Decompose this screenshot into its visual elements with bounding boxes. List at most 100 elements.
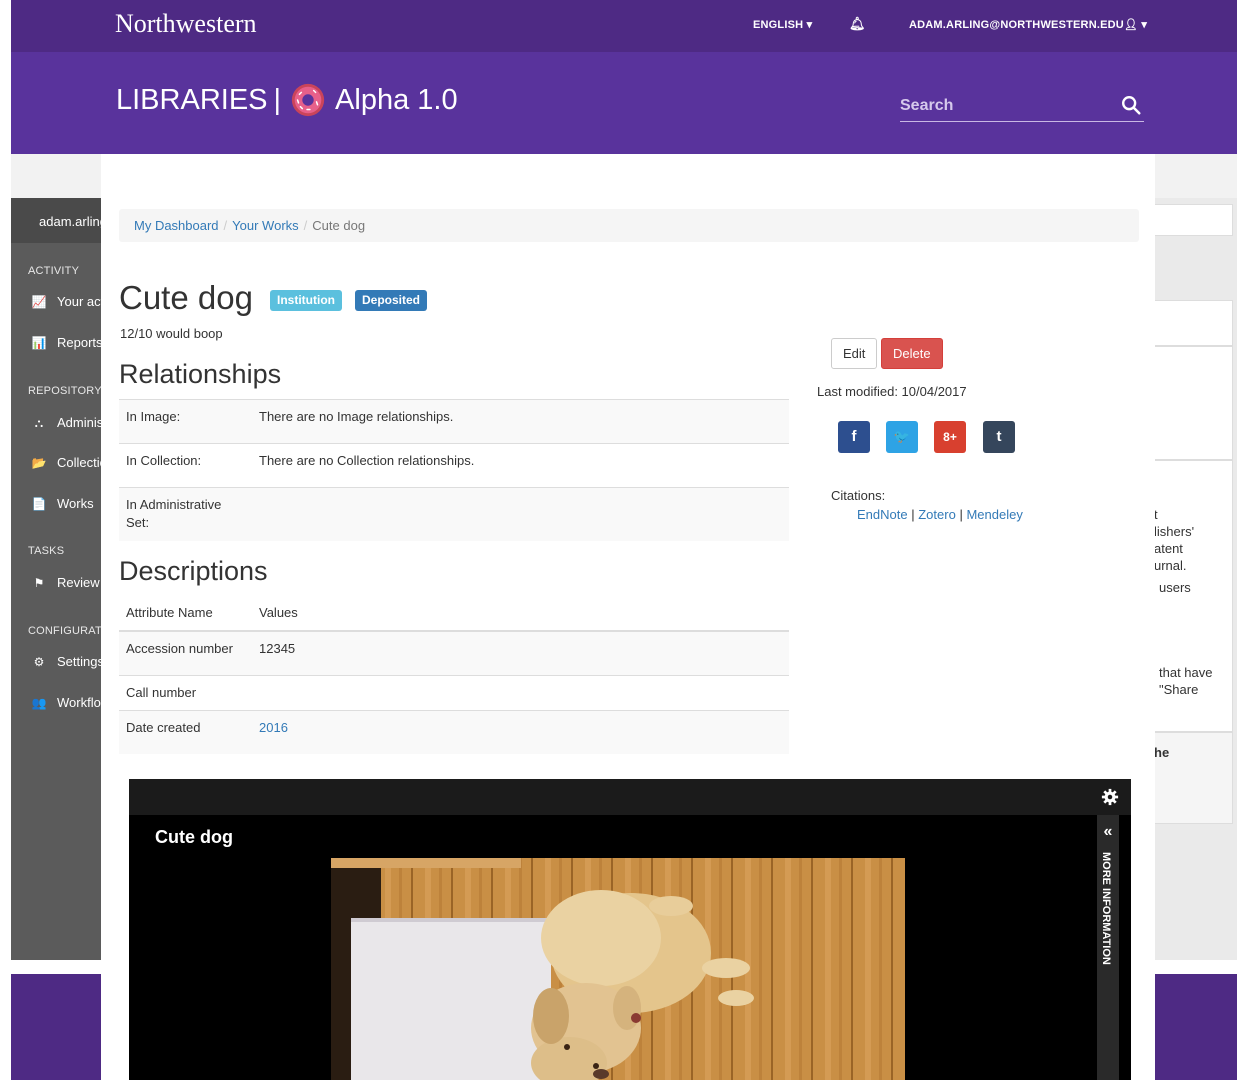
bg-item-activity: 📈Your activity <box>31 294 101 309</box>
bg-right-text: he <box>1154 745 1170 760</box>
institution-badge: Institution <box>270 290 342 311</box>
relationship-label: In Image: <box>119 399 252 444</box>
caret-down-icon: ▾ <box>1141 19 1148 31</box>
attribute-name: Accession number <box>119 630 252 675</box>
relationship-label: In Administrative Set: <box>119 487 252 541</box>
descriptions-table: Attribute Name Values Accession number 1… <box>119 596 789 754</box>
caret-down-icon: ▾ <box>806 19 813 31</box>
bg-footer <box>11 974 101 1080</box>
image-viewer: Cute dog « MORE INFORMATION <box>129 779 1131 1080</box>
line-chart-icon: 📈 <box>31 295 47 309</box>
donut-logo-icon <box>291 83 325 117</box>
more-information-panel-toggle[interactable]: « MORE INFORMATION <box>1097 815 1119 1080</box>
table-row: In Collection: There are no Collection r… <box>119 443 789 488</box>
breadcrumb-your-works[interactable]: Your Works <box>232 218 298 233</box>
libraries-title[interactable]: LIBRARIES | Alpha 1.0 <box>116 81 458 119</box>
bg-right-panel <box>1155 300 1233 346</box>
collapse-icon[interactable]: « <box>1097 823 1119 841</box>
table-row: In Administrative Set: <box>119 487 789 541</box>
search-input[interactable] <box>900 94 1110 118</box>
dog-photo[interactable] <box>331 858 905 1080</box>
bg-right-panel <box>1155 204 1233 236</box>
bg-right-text: lishers' <box>1154 524 1195 539</box>
table-row: In Image: There are no Image relationshi… <box>119 399 789 444</box>
bg-right-panel <box>1155 346 1233 460</box>
zotero-link[interactable]: Zotero <box>918 507 956 522</box>
bg-item-workflow: 👥Workflow Roles <box>31 695 101 710</box>
bg-item-works: 📄 Works <box>31 496 94 511</box>
table-row: Date created 2016 <box>119 709 789 754</box>
bg-section-activity: ACTIVITY <box>28 265 80 277</box>
language-dropdown[interactable]: ENGLISH ▾ <box>753 18 812 31</box>
file-icon: 📄 <box>31 497 47 511</box>
libraries-banner: LIBRARIES | Alpha 1.0 <box>101 52 1155 154</box>
bg-item-collections: 📂Collections <box>31 455 101 470</box>
attribute-value <box>252 674 789 710</box>
relationship-value: There are no Collection relationships. <box>252 443 789 488</box>
bg-right-text: t <box>1154 507 1158 522</box>
table-row: Accession number 12345 <box>119 630 789 675</box>
bg-section-repository: REPOSITORY CONTENTS <box>28 385 101 397</box>
last-modified: Last modified: 10/04/2017 <box>817 384 967 399</box>
table-row: Call number <box>119 674 789 710</box>
relationship-label: In Collection: <box>119 443 252 488</box>
delete-button[interactable]: Delete <box>881 338 943 369</box>
bg-right-text: users <box>1159 580 1191 595</box>
search-icon[interactable] <box>1120 94 1142 116</box>
deposited-badge: Deposited <box>355 290 428 311</box>
column-header: Values <box>252 596 789 631</box>
edit-button[interactable]: Edit <box>831 338 878 369</box>
attribute-name: Date created <box>119 709 252 754</box>
users-icon: 👥 <box>31 696 47 710</box>
search-box <box>900 90 1144 122</box>
citations-links: EndNote | Zotero | Mendeley <box>857 507 1023 522</box>
bg-right-text: that have <box>1159 665 1213 680</box>
gear-icon: ⚙ <box>33 655 45 669</box>
twitter-share-button[interactable]: 🐦 <box>886 421 918 453</box>
bell-icon[interactable]: 🔔︎ <box>849 16 866 32</box>
bg-right-text: urnal. <box>1154 558 1187 573</box>
bar-chart-icon: 📊 <box>31 336 47 350</box>
descriptions-heading: Descriptions <box>119 556 268 586</box>
bg-item-review: ⚑Review Submissions <box>31 575 101 590</box>
bg-right-text: "Share <box>1159 682 1199 697</box>
date-created-link[interactable]: 2016 <box>259 720 288 735</box>
work-title: Cute dog <box>119 279 253 316</box>
more-information-label[interactable]: MORE INFORMATION <box>1100 852 1112 965</box>
bg-footer <box>1155 974 1237 1080</box>
bg-right-text: atent <box>1154 541 1183 556</box>
breadcrumb-current: Cute dog <box>312 218 366 233</box>
work-subtitle: 12/10 would boop <box>120 326 223 341</box>
breadcrumb: My Dashboard / Your Works / Cute dog <box>119 209 1139 242</box>
viewer-toolbar <box>129 779 1131 815</box>
folder-icon: 📂 <box>31 456 47 470</box>
flag-icon: ⚑ <box>33 576 45 590</box>
attribute-value: 12345 <box>252 630 789 675</box>
breadcrumb-dashboard[interactable]: My Dashboard <box>134 218 219 233</box>
bg-sidebar-user: adam.arling <box>11 198 101 243</box>
bg-item-admin-sets: ⛬Administrative Sets <box>31 415 101 431</box>
bg-item-reports: 📊 Reports <box>31 335 101 350</box>
facebook-share-button[interactable]: f <box>838 421 870 453</box>
brand-logo[interactable]: Northwestern <box>115 9 257 39</box>
relationships-heading: Relationships <box>119 359 282 389</box>
google-plus-share-button[interactable]: 8+ <box>934 421 966 453</box>
attribute-name: Call number <box>119 674 252 710</box>
mendeley-link[interactable]: Mendeley <box>966 507 1022 522</box>
relationship-value: There are no Image relationships. <box>252 399 789 444</box>
top-nav-bar: Northwestern ENGLISH ▾ 🔔︎ ADAM.ARLING@NO… <box>101 0 1155 52</box>
endnote-link[interactable]: EndNote <box>857 507 908 522</box>
table-header-row: Attribute Name Values <box>119 596 789 631</box>
relationship-value <box>252 487 789 541</box>
bg-item-settings: ⚙ Settings <box>31 654 101 669</box>
tumblr-share-button[interactable]: t <box>983 421 1015 453</box>
bg-sidebar: adam.arling ACTIVITY 📈Your activity 📊Rep… <box>11 198 101 960</box>
user-menu-dropdown[interactable]: ADAM.ARLING@NORTHWESTERN.EDU👤︎ ▾ <box>909 18 1147 31</box>
gear-icon[interactable] <box>1101 788 1119 806</box>
sitemap-icon: ⛬ <box>34 416 44 430</box>
work-modal: Northwestern ENGLISH ▾ 🔔︎ ADAM.ARLING@NO… <box>101 0 1155 1080</box>
user-icon: 👤︎ <box>1123 19 1139 31</box>
bg-section-tasks: TASKS <box>28 545 65 557</box>
column-header: Attribute Name <box>119 596 252 631</box>
viewer-title: Cute dog <box>155 827 233 847</box>
